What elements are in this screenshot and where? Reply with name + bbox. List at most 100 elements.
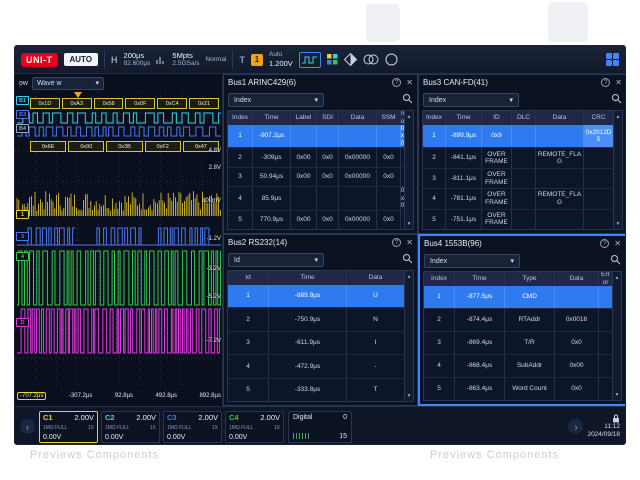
scroll-track[interactable] (405, 282, 413, 390)
bus3-filter-dropdown[interactable]: Index ▾ (423, 93, 519, 107)
table-cell: 0x0 (400, 187, 404, 209)
scroll-down-icon[interactable]: ▼ (613, 389, 621, 400)
channel-tag-b4[interactable]: B4 (16, 124, 29, 133)
table-cell (290, 187, 316, 209)
scroll-up-icon[interactable]: ▲ (613, 272, 621, 283)
decode-diamond-icon[interactable] (344, 53, 357, 66)
scroll-down-icon[interactable]: ▼ (405, 390, 413, 401)
scroll-down-icon[interactable]: ▼ (614, 218, 622, 229)
chevron-down-icon: ▾ (510, 257, 514, 265)
bus3-scrollbar[interactable]: ▲ ▼ (614, 110, 623, 230)
close-icon[interactable]: ✕ (406, 239, 413, 247)
waveform-plot[interactable]: 0x1D0xA30x580x0F0xC40x21 0x6E0x900x3B0xF… (15, 92, 223, 388)
wave-display-icon[interactable] (299, 52, 321, 68)
table-row[interactable]: 4-868.4μsSubAddr0x00 (424, 354, 612, 377)
table-row[interactable]: 5770.9μs0x000x00x000000x0 (228, 210, 404, 229)
channel-tag-d[interactable]: D (16, 318, 29, 327)
digital-channels-box[interactable]: Digital 0 15 (288, 411, 352, 443)
table-row[interactable]: 5-333.8μsT (228, 378, 404, 401)
bus-decode-value: 0x90 (68, 141, 104, 152)
close-icon[interactable]: ✕ (406, 79, 413, 87)
table-row[interactable]: 350.94μs0x000x00x000000x0 (228, 167, 404, 186)
scroll-track[interactable] (614, 122, 622, 218)
table-cell: 0x0 (316, 148, 338, 166)
help-icon[interactable]: ? (600, 239, 609, 248)
table-row[interactable]: 3-869.4μsT/R0x0 (424, 331, 612, 354)
table-row[interactable]: 1-889.9μsU (228, 284, 404, 307)
trigger-readout[interactable]: Auto 1.200V (269, 51, 293, 68)
table-cell: 1 (423, 125, 445, 147)
panel-right-chevron-icon[interactable]: › (568, 419, 583, 434)
help-icon[interactable]: ? (392, 238, 401, 247)
search-icon[interactable] (611, 91, 622, 109)
table-row[interactable]: 4-472.9μs- (228, 354, 404, 377)
window-layout-icon[interactable] (606, 53, 619, 66)
bus2-scrollbar[interactable]: ▲ ▼ (405, 270, 414, 402)
table-row[interactable]: 2-841.1μsOVER FRAMEREMOTE_FLAG (423, 147, 613, 167)
table-row[interactable]: 4-781.1μsOVER FRAMEREMOTE_FLAG (423, 188, 613, 208)
record-circle-icon[interactable] (385, 53, 398, 66)
column-header: Index (424, 272, 454, 285)
channel-tag-b1[interactable]: B1 (16, 96, 29, 105)
bus2-filter-dropdown[interactable]: Id ▾ (228, 253, 324, 267)
channel-box-c1[interactable]: C12.00V1MΩ FULL1X0.00V (39, 411, 98, 443)
bus1-arinc429-panel: Bus1 ARINC429(6) ? ✕ Index ▾ IndexTimeLa… (223, 74, 418, 234)
bus-decode-value: 0x3B (106, 141, 142, 152)
table-header-row: IndexTimeIDDLCDataCRCACK (423, 111, 613, 124)
channels-icon[interactable] (327, 54, 338, 65)
help-icon[interactable]: ? (601, 78, 610, 87)
table-row[interactable]: 485.9μs0x0 (228, 186, 404, 209)
run-state-badge[interactable]: AUTO (64, 53, 99, 66)
table-row[interactable]: 2-874.4μsRTAddr0x0016 (424, 308, 612, 331)
channel-tag-b3[interactable]: B3 (16, 110, 29, 119)
scroll-up-icon[interactable]: ▲ (405, 271, 413, 282)
timebase-readout[interactable]: 200μs 92.600μs (124, 51, 151, 68)
bus4-scrollbar[interactable]: ▲ ▼ (613, 271, 622, 401)
table-cell (598, 355, 612, 377)
panel-left-chevron-icon[interactable]: ‹ (20, 419, 35, 434)
channel-name: C4 (229, 413, 239, 422)
help-icon[interactable]: ? (392, 78, 401, 87)
close-icon[interactable]: ✕ (614, 240, 621, 248)
acquisition-readout[interactable]: 5Mpts 2.5GSa/s (172, 51, 199, 68)
channel-boxes: C12.00V1MΩ FULL1X0.00VC22.00V1MΩ FULL1X0… (39, 411, 284, 443)
digital-d15: 15 (339, 433, 347, 440)
search-icon[interactable] (610, 252, 621, 270)
scroll-track[interactable] (405, 122, 413, 218)
channel-box-c4[interactable]: C42.00V1MΩ FULL1X0.00V (225, 411, 284, 443)
search-icon[interactable] (402, 91, 413, 109)
channel-box-c3[interactable]: C32.00V1MΩ FULL1X0.00V (163, 411, 222, 443)
bus1-scrollbar[interactable]: ▲ ▼ (405, 110, 414, 230)
bus4-filter-dropdown[interactable]: Index ▾ (424, 254, 520, 268)
channel-tag-4[interactable]: 4 (16, 252, 29, 261)
channel-box-c2[interactable]: C22.00V1MΩ FULL1X0.00V (101, 411, 160, 443)
table-cell: 2 (228, 308, 268, 330)
table-cell: -907.2μs (252, 125, 290, 147)
trigger-source-badge[interactable]: 1 (251, 54, 263, 66)
table-row[interactable]: 2-309μs0x000x00x000000x0 (228, 147, 404, 166)
table-row[interactable]: 1-907.2μs0x0 (228, 124, 404, 147)
scroll-up-icon[interactable]: ▲ (405, 111, 413, 122)
table-row[interactable]: 5-751.1μsOVER FRAME (423, 209, 613, 229)
search-icon[interactable] (402, 251, 413, 269)
table-row[interactable]: 2-750.9μsN (228, 307, 404, 330)
xy-circles-icon[interactable] (363, 54, 379, 65)
channel-tag-1[interactable]: 1 (16, 210, 29, 219)
table-cell: - (346, 355, 404, 377)
bus-decode-value: 0xF2 (145, 141, 181, 152)
table-row[interactable]: 3-611.9μsI (228, 331, 404, 354)
close-icon[interactable]: ✕ (615, 79, 622, 87)
scroll-track[interactable] (613, 283, 621, 389)
table-row[interactable]: 1-877.5μsCMD (424, 285, 612, 308)
scroll-up-icon[interactable]: ▲ (614, 111, 622, 122)
table-cell: -877.5μs (454, 286, 504, 308)
scroll-down-icon[interactable]: ▼ (405, 218, 413, 229)
chevron-down-icon: ▾ (314, 256, 318, 264)
channel-tag-3[interactable]: 3 (16, 232, 29, 241)
table-row[interactable]: 5-863.4μsWord Count0x0 (424, 377, 612, 400)
table-cell (338, 187, 376, 209)
bus1-filter-dropdown[interactable]: Index ▾ (228, 93, 324, 107)
table-row[interactable]: 3-811.1μsOVER FRAME (423, 168, 613, 188)
wave-window-dropdown[interactable]: Wave w ▾ (32, 77, 104, 90)
table-row[interactable]: 1-899.9μs0x90x2012D5ACK (423, 124, 613, 147)
